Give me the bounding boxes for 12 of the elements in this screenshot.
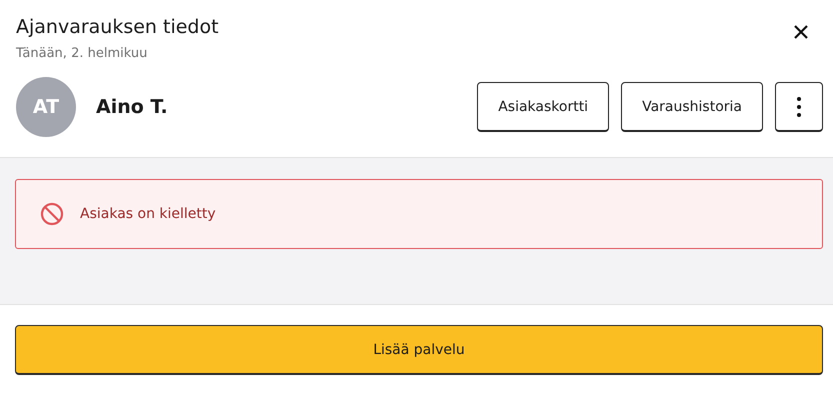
action-button[interactable]: Varaushistoria bbox=[621, 82, 763, 132]
prohibited-icon bbox=[40, 202, 64, 226]
action-button[interactable]: Asiakaskortti bbox=[477, 82, 610, 132]
dialog-title: Ajanvarauksen tiedot bbox=[16, 16, 219, 38]
date-subtitle: Tänään, 2. helmikuu bbox=[16, 46, 148, 61]
more-button[interactable] bbox=[775, 82, 823, 132]
add-service-button[interactable]: Lisää palvelu bbox=[15, 325, 823, 375]
customer-name: Aino T. bbox=[96, 96, 169, 118]
more-icon bbox=[797, 96, 801, 116]
avatar: AT bbox=[16, 77, 76, 137]
close-icon bbox=[793, 24, 809, 40]
alert-message: Asiakas on kielletty bbox=[80, 206, 216, 222]
